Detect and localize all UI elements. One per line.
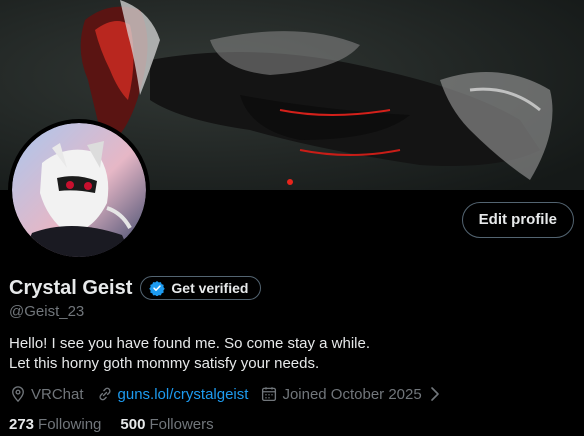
- profile-bio: Hello! I see you have found me. So come …: [9, 334, 370, 374]
- following-label: Following: [38, 416, 102, 433]
- location-item: VRChat: [9, 385, 84, 403]
- bio-line: Hello! I see you have found me. So come …: [9, 335, 371, 352]
- joined-item[interactable]: Joined October 2025: [260, 385, 447, 403]
- joined-text: Joined October 2025: [282, 385, 422, 403]
- followers-label: Followers: [149, 416, 214, 433]
- followers-count: 500: [120, 416, 146, 433]
- get-verified-button[interactable]: Get verified: [140, 276, 262, 300]
- get-verified-label: Get verified: [171, 280, 249, 296]
- website-link[interactable]: guns.lol/crystalgeist: [118, 386, 249, 403]
- profile-stats: 273 Following 500 Followers: [9, 416, 233, 433]
- location-pin-icon: [12, 386, 24, 403]
- name-row: Crystal Geist Get verified: [9, 275, 262, 301]
- avatar-image: [12, 123, 146, 257]
- following-count: 273: [9, 416, 35, 433]
- link-icon: [98, 387, 111, 401]
- following-link[interactable]: 273 Following: [9, 416, 101, 433]
- chevron-right-icon: [430, 387, 439, 401]
- edit-profile-button[interactable]: Edit profile: [461, 202, 574, 238]
- profile-avatar[interactable]: [8, 119, 150, 261]
- location-text: VRChat: [31, 385, 84, 403]
- verified-badge-icon: [149, 281, 166, 296]
- bio-line: Let this horny goth mommy satisfy your n…: [9, 355, 320, 372]
- website-item: guns.lol/crystalgeist: [96, 385, 249, 403]
- display-name: Crystal Geist: [9, 276, 133, 299]
- calendar-icon: [262, 387, 277, 402]
- profile-meta: VRChat guns.lol/crystalgeist Joined Octo…: [9, 385, 460, 403]
- profile-handle: @Geist_23: [9, 303, 85, 320]
- followers-link[interactable]: 500 Followers: [120, 416, 213, 433]
